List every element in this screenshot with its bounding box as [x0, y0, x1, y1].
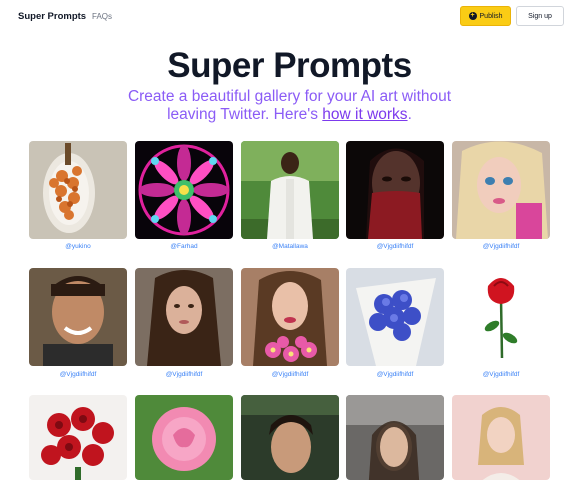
- handle-link[interactable]: @Farhad: [135, 243, 233, 250]
- brunette-woman-image: [135, 268, 233, 366]
- pink-rose-image: [135, 395, 233, 480]
- handle-link[interactable]: @Vjgdiifhifdf: [241, 371, 339, 378]
- subtitle-line-2: leaving Twitter. Here's how it works.: [0, 106, 579, 124]
- man-in-white-image: [241, 141, 339, 239]
- subtitle-text: leaving Twitter. Here's: [167, 106, 323, 123]
- red-roses-bouquet-image: [29, 395, 127, 480]
- handle-link[interactable]: @Vjgdiifhifdf: [452, 371, 550, 378]
- young-man-image: [241, 395, 339, 480]
- gallery-image-red-roses[interactable]: [29, 395, 127, 480]
- signup-button[interactable]: Sign up: [516, 6, 564, 26]
- gallery-image-red-rose[interactable]: [452, 268, 550, 366]
- gallery-image-car-selfie[interactable]: [346, 395, 444, 480]
- car-selfie-image: [346, 395, 444, 480]
- handle-link[interactable]: @Vjgdiifhifdf: [346, 371, 444, 378]
- gallery-image-mandala[interactable]: [135, 141, 233, 239]
- woman-with-flowers-image: [241, 268, 339, 366]
- handle-link[interactable]: @Matallawa: [241, 243, 339, 250]
- single-red-rose-image: [452, 268, 550, 366]
- blonde-woman-image: [452, 395, 550, 480]
- plus-circle-icon: +: [468, 12, 477, 20]
- gallery-image-veiled-woman[interactable]: [346, 141, 444, 239]
- gallery-image-young-man[interactable]: [241, 395, 339, 480]
- doll-portrait-image: [452, 141, 550, 239]
- smiling-man-image: [29, 268, 127, 366]
- page-title: Super Prompts: [167, 46, 412, 85]
- gallery-image-smiling-man[interactable]: [29, 268, 127, 366]
- veiled-woman-image: [346, 141, 444, 239]
- brand-logo[interactable]: Super Prompts: [18, 11, 86, 22]
- mandala-image: [135, 141, 233, 239]
- handle-link[interactable]: @Vjgdiifhifdf: [452, 243, 550, 250]
- faqs-link[interactable]: FAQs: [92, 12, 112, 21]
- gallery-image-doll[interactable]: [452, 141, 550, 239]
- gallery-image-blue-bouquet[interactable]: [346, 268, 444, 366]
- blue-bouquet-image: [346, 268, 444, 366]
- gallery-image-food[interactable]: [29, 141, 127, 239]
- gallery-image-brunette[interactable]: [135, 268, 233, 366]
- food-plate-image: [29, 141, 127, 239]
- subtitle-line-1: Create a beautiful gallery for your AI a…: [127, 88, 452, 105]
- page-subtitle: Create a beautiful gallery for your AI a…: [0, 88, 579, 124]
- gallery-image-man[interactable]: [241, 141, 339, 239]
- handle-link[interactable]: @Vjgdiifhifdf: [346, 243, 444, 250]
- handle-link[interactable]: @Vjgdiifhifdf: [29, 371, 127, 378]
- gallery-image-blonde[interactable]: [452, 395, 550, 480]
- publish-label: Publish: [479, 12, 503, 20]
- publish-button[interactable]: + Publish: [460, 6, 511, 26]
- subtitle-period: .: [407, 106, 412, 123]
- handle-link[interactable]: @yukino: [29, 243, 127, 250]
- how-it-works-link[interactable]: how it works: [322, 106, 407, 123]
- gallery-image-pink-rose[interactable]: [135, 395, 233, 480]
- gallery-image-flower-woman[interactable]: [241, 268, 339, 366]
- top-nav: Super Prompts FAQs + Publish Sign up: [0, 0, 579, 34]
- handle-link[interactable]: @Vjgdiifhifdf: [135, 371, 233, 378]
